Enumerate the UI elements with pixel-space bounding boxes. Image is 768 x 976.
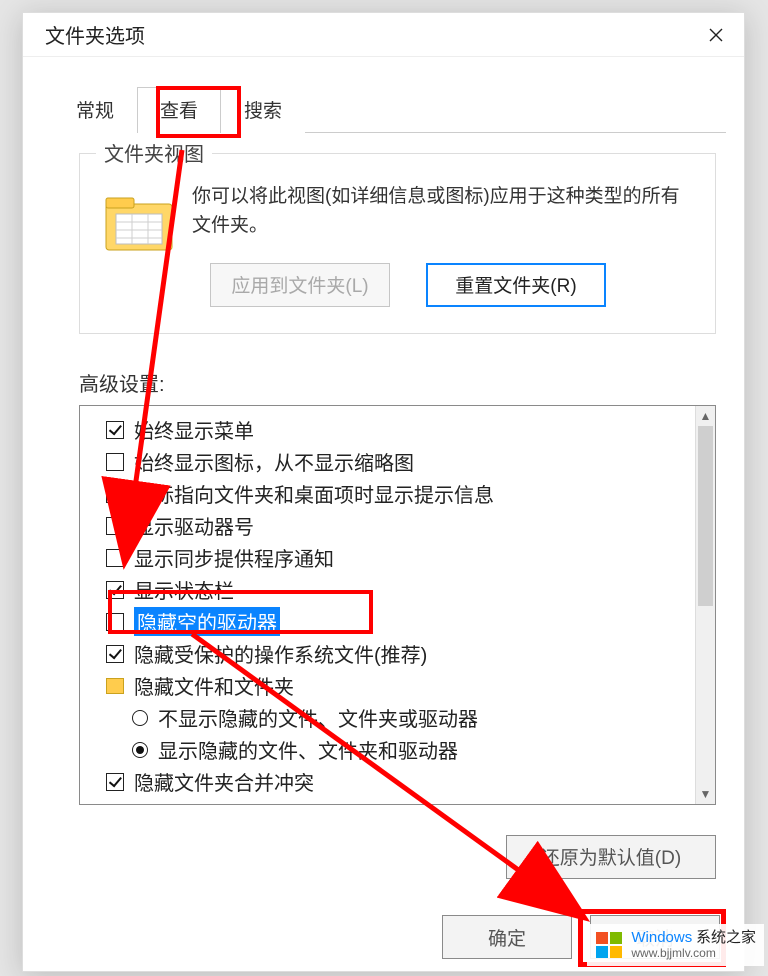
list-item[interactable]: 显示隐藏的文件、文件夹和驱动器 <box>106 734 711 766</box>
advanced-settings-label: 高级设置: <box>79 368 744 397</box>
list-item-label: 隐藏受保护的操作系统文件(推荐) <box>134 639 427 668</box>
folder-view-description: 你可以将此视图(如详细信息或图标)应用于这种类型的所有文件夹。 <box>192 182 695 241</box>
radio[interactable] <box>132 710 148 726</box>
list-item[interactable]: 始终显示菜单 <box>106 414 711 446</box>
list-item-label: 始终显示菜单 <box>134 415 254 444</box>
checkbox[interactable] <box>106 421 124 439</box>
ok-button[interactable]: 确定 <box>442 915 572 959</box>
folder-options-dialog: 文件夹选项 常规 查看 搜索 文件夹视图 <box>22 12 745 972</box>
list-item[interactable]: 显示驱动器号 <box>106 510 711 542</box>
tab-view[interactable]: 查看 <box>137 87 221 133</box>
list-item[interactable]: 隐藏已知文件类型的扩展名 <box>106 798 711 805</box>
checkbox[interactable] <box>106 549 124 567</box>
tab-search[interactable]: 搜索 <box>221 87 305 133</box>
list-item[interactable]: 鼠标指向文件夹和桌面项时显示提示信息 <box>106 478 711 510</box>
checkbox[interactable] <box>106 485 124 503</box>
checkbox[interactable] <box>106 645 124 663</box>
list-item[interactable]: 隐藏文件和文件夹 <box>106 670 711 702</box>
checkbox[interactable] <box>106 517 124 535</box>
watermark-brand: Windows 系统之家 <box>631 930 756 947</box>
list-item-label: 隐藏已知文件类型的扩展名 <box>134 799 374 805</box>
windows-logo-icon <box>595 931 623 959</box>
list-item-label: 显示状态栏 <box>134 575 234 604</box>
list-item-label: 隐藏文件和文件夹 <box>134 671 294 700</box>
list-item-label: 显示同步提供程序通知 <box>134 543 334 572</box>
close-button[interactable] <box>696 15 736 55</box>
restore-defaults-button[interactable]: 还原为默认值(D) <box>506 835 716 879</box>
watermark: Windows 系统之家 www.bjjmlv.com <box>587 924 764 966</box>
list-item-label: 隐藏空的驱动器 <box>134 607 280 636</box>
folder-icon <box>104 190 174 254</box>
list-item[interactable]: 隐藏空的驱动器 <box>106 606 711 638</box>
folder-view-legend: 文件夹视图 <box>96 138 212 167</box>
list-item-label: 显示隐藏的文件、文件夹和驱动器 <box>158 735 458 764</box>
folder-view-group: 文件夹视图 你可以将此视图(如详细信息或图标)应用于这种类型的所有文件夹。 应用… <box>79 153 716 334</box>
close-icon <box>708 27 724 43</box>
list-item[interactable]: 显示状态栏 <box>106 574 711 606</box>
list-item[interactable]: 隐藏文件夹合并冲突 <box>106 766 711 798</box>
list-item-label: 显示驱动器号 <box>134 511 254 540</box>
checkbox[interactable] <box>106 581 124 599</box>
advanced-settings-list[interactable]: 始终显示菜单始终显示图标，从不显示缩略图鼠标指向文件夹和桌面项时显示提示信息显示… <box>79 405 716 805</box>
list-item[interactable]: 不显示隐藏的文件、文件夹或驱动器 <box>106 702 711 734</box>
tab-general[interactable]: 常规 <box>53 87 137 133</box>
watermark-url: www.bjjmlv.com <box>631 947 756 960</box>
scroll-down-icon[interactable]: ▼ <box>696 784 715 804</box>
scrollbar[interactable]: ▲ ▼ <box>695 406 715 804</box>
radio[interactable] <box>132 742 148 758</box>
list-item[interactable]: 显示同步提供程序通知 <box>106 542 711 574</box>
list-item-label: 鼠标指向文件夹和桌面项时显示提示信息 <box>134 479 494 508</box>
titlebar: 文件夹选项 <box>23 13 744 57</box>
folder-icon <box>106 678 124 694</box>
checkbox[interactable] <box>106 773 124 791</box>
scroll-thumb[interactable] <box>698 426 713 606</box>
list-item[interactable]: 始终显示图标，从不显示缩略图 <box>106 446 711 478</box>
scroll-up-icon[interactable]: ▲ <box>696 406 715 426</box>
apply-to-folders-button[interactable]: 应用到文件夹(L) <box>210 263 390 307</box>
list-item-label: 不显示隐藏的文件、文件夹或驱动器 <box>158 703 478 732</box>
reset-folders-button[interactable]: 重置文件夹(R) <box>426 263 606 307</box>
list-item-label: 隐藏文件夹合并冲突 <box>134 767 314 796</box>
tabs: 常规 查看 搜索 <box>53 93 726 133</box>
checkbox[interactable] <box>106 453 124 471</box>
list-item[interactable]: 隐藏受保护的操作系统文件(推荐) <box>106 638 711 670</box>
list-item-label: 始终显示图标，从不显示缩略图 <box>134 447 414 476</box>
dialog-title: 文件夹选项 <box>45 20 145 49</box>
checkbox[interactable] <box>106 613 124 631</box>
